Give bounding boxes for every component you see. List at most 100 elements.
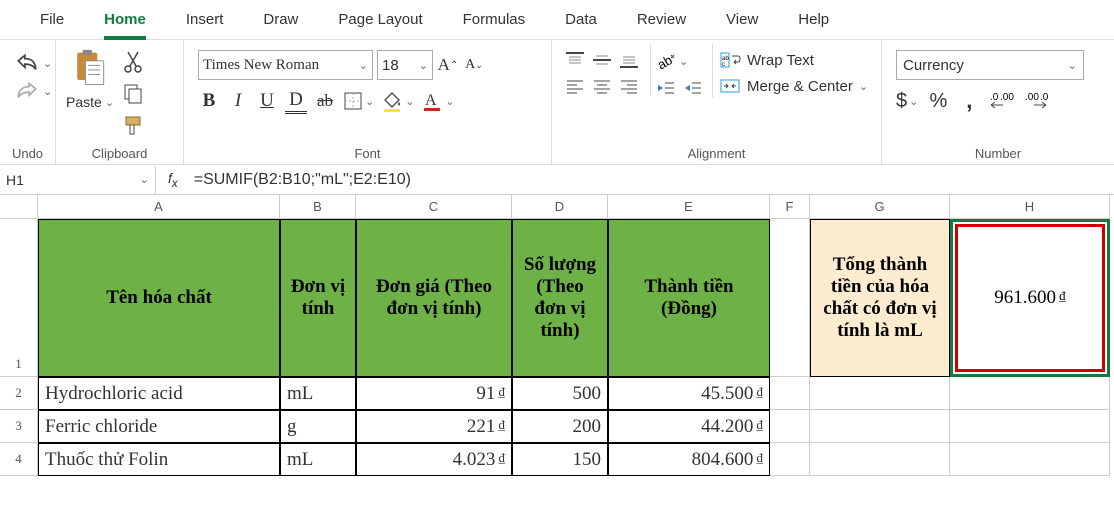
redo-button[interactable]: ⌄ xyxy=(14,80,52,102)
col-header-C[interactable]: C xyxy=(356,195,512,219)
cell-C1[interactable]: Đơn giá (Theo đơn vị tính) xyxy=(356,219,512,377)
tab-review[interactable]: Review xyxy=(617,0,706,40)
cell-B4[interactable]: mL xyxy=(280,443,356,476)
row-header-1[interactable]: 1 xyxy=(0,219,38,377)
copy-icon[interactable] xyxy=(122,82,144,106)
strikethrough-button[interactable]: ab xyxy=(314,88,336,114)
undo-button[interactable]: ⌄ xyxy=(14,52,52,74)
cell-E3[interactable]: 44.200₫ xyxy=(608,410,770,443)
cell-C3[interactable]: 221₫ xyxy=(356,410,512,443)
cell-D4[interactable]: 150 xyxy=(512,443,608,476)
col-header-E[interactable]: E xyxy=(608,195,770,219)
tab-file[interactable]: File xyxy=(20,0,84,40)
increase-font-button[interactable]: A⌃ xyxy=(437,52,459,78)
italic-button[interactable]: I xyxy=(227,88,249,114)
tab-help[interactable]: Help xyxy=(778,0,849,40)
format-painter-icon[interactable] xyxy=(122,114,144,138)
align-right-icon[interactable] xyxy=(618,76,640,96)
col-header-F[interactable]: F xyxy=(770,195,810,219)
tab-draw[interactable]: Draw xyxy=(243,0,318,40)
paste-button[interactable]: Paste⌄ xyxy=(66,48,114,110)
cell-E4[interactable]: 804.600₫ xyxy=(608,443,770,476)
font-name-select[interactable]: Times New Roman⌄ xyxy=(198,50,373,80)
chevron-down-icon: ⌄ xyxy=(419,59,428,72)
cell-G4[interactable] xyxy=(810,443,950,476)
cell-A4[interactable]: Thuốc thử Folin xyxy=(38,443,280,476)
col-header-A[interactable]: A xyxy=(38,195,280,219)
select-all-corner[interactable] xyxy=(0,195,38,219)
decrease-font-button[interactable]: A⌄ xyxy=(463,52,485,78)
align-middle-icon[interactable] xyxy=(591,50,613,70)
tab-formulas[interactable]: Formulas xyxy=(443,0,546,40)
fill-color-button[interactable]: ⌄ xyxy=(381,90,414,112)
cell-A2[interactable]: Hydrochloric acid xyxy=(38,377,280,410)
spreadsheet: A B C D E F G H 1 Tên hóa chất Đơn vị tí… xyxy=(0,195,1114,476)
align-bottom-icon[interactable] xyxy=(618,50,640,70)
tab-data[interactable]: Data xyxy=(545,0,617,40)
merge-icon xyxy=(719,76,741,96)
wrap-text-button[interactable]: abc Wrap Text xyxy=(719,50,868,70)
cell-G2[interactable] xyxy=(810,377,950,410)
cell-H3[interactable] xyxy=(950,410,1110,443)
borders-button[interactable]: ⌄ xyxy=(343,91,374,111)
accounting-format-button[interactable]: $⌄ xyxy=(896,90,918,113)
orientation-button[interactable]: ab ⌄ xyxy=(655,50,704,72)
cell-E2[interactable]: 45.500₫ xyxy=(608,377,770,410)
cut-icon[interactable] xyxy=(122,50,144,74)
cell-A3[interactable]: Ferric chloride xyxy=(38,410,280,443)
cell-D2[interactable]: 500 xyxy=(512,377,608,410)
align-top-icon[interactable] xyxy=(564,50,586,70)
align-center-icon[interactable] xyxy=(591,76,613,96)
group-label-undo: Undo xyxy=(6,143,49,164)
increase-decimal-icon[interactable]: .0.00 xyxy=(989,90,1015,112)
bold-button[interactable]: B xyxy=(198,88,220,114)
cell-G3[interactable] xyxy=(810,410,950,443)
font-size-select[interactable]: 18⌄ xyxy=(377,50,433,80)
cell-B3[interactable]: g xyxy=(280,410,356,443)
chevron-down-icon: ⌄ xyxy=(43,57,52,70)
align-left-icon[interactable] xyxy=(564,76,586,96)
cell-H1[interactable]: 961.600₫ xyxy=(950,219,1110,377)
cell-A1[interactable]: Tên hóa chất xyxy=(38,219,280,377)
decrease-indent-icon[interactable] xyxy=(655,78,677,98)
name-box[interactable]: H1⌄ xyxy=(0,166,156,194)
col-header-G[interactable]: G xyxy=(810,195,950,219)
font-color-button[interactable]: A ⌄ xyxy=(421,90,454,112)
cell-F1[interactable] xyxy=(770,219,810,377)
decrease-decimal-icon[interactable]: .00.0 xyxy=(1024,90,1050,112)
double-underline-button[interactable]: D xyxy=(285,88,307,114)
merge-center-button[interactable]: Merge & Center ⌄ xyxy=(719,76,868,96)
increase-indent-icon[interactable] xyxy=(682,78,704,98)
percent-button[interactable]: % xyxy=(927,88,949,114)
row-header-3[interactable]: 3 xyxy=(0,410,38,443)
cell-C2[interactable]: 91₫ xyxy=(356,377,512,410)
cell-H4[interactable] xyxy=(950,443,1110,476)
tab-view[interactable]: View xyxy=(706,0,778,40)
number-format-select[interactable]: Currency⌄ xyxy=(896,50,1084,80)
tab-page-layout[interactable]: Page Layout xyxy=(318,0,442,40)
tab-home[interactable]: Home xyxy=(84,0,166,40)
cell-B1[interactable]: Đơn vị tính xyxy=(280,219,356,377)
formula-bar: H1⌄ fx =SUMIF(B2:B10;"mL";E2:E10) xyxy=(0,165,1114,195)
cell-D1[interactable]: Số lượng (Theo đơn vị tính) xyxy=(512,219,608,377)
cell-B2[interactable]: mL xyxy=(280,377,356,410)
underline-button[interactable]: U xyxy=(256,88,278,114)
col-header-H[interactable]: H xyxy=(950,195,1110,219)
col-header-B[interactable]: B xyxy=(280,195,356,219)
cell-G1[interactable]: Tổng thành tiền của hóa chất có đơn vị t… xyxy=(810,219,950,377)
tab-insert[interactable]: Insert xyxy=(166,0,244,40)
cell-F3[interactable] xyxy=(770,410,810,443)
comma-button[interactable]: , xyxy=(958,88,980,114)
fx-label[interactable]: fx xyxy=(156,170,190,190)
cell-C4[interactable]: 4.023₫ xyxy=(356,443,512,476)
cell-H2[interactable] xyxy=(950,377,1110,410)
row-header-2[interactable]: 2 xyxy=(0,377,38,410)
cell-F2[interactable] xyxy=(770,377,810,410)
cell-F4[interactable] xyxy=(770,443,810,476)
svg-text:.00: .00 xyxy=(1025,92,1039,103)
col-header-D[interactable]: D xyxy=(512,195,608,219)
cell-E1[interactable]: Thành tiền (Đồng) xyxy=(608,219,770,377)
row-header-4[interactable]: 4 xyxy=(0,443,38,476)
formula-input[interactable]: =SUMIF(B2:B10;"mL";E2:E10) xyxy=(190,171,415,189)
cell-D3[interactable]: 200 xyxy=(512,410,608,443)
